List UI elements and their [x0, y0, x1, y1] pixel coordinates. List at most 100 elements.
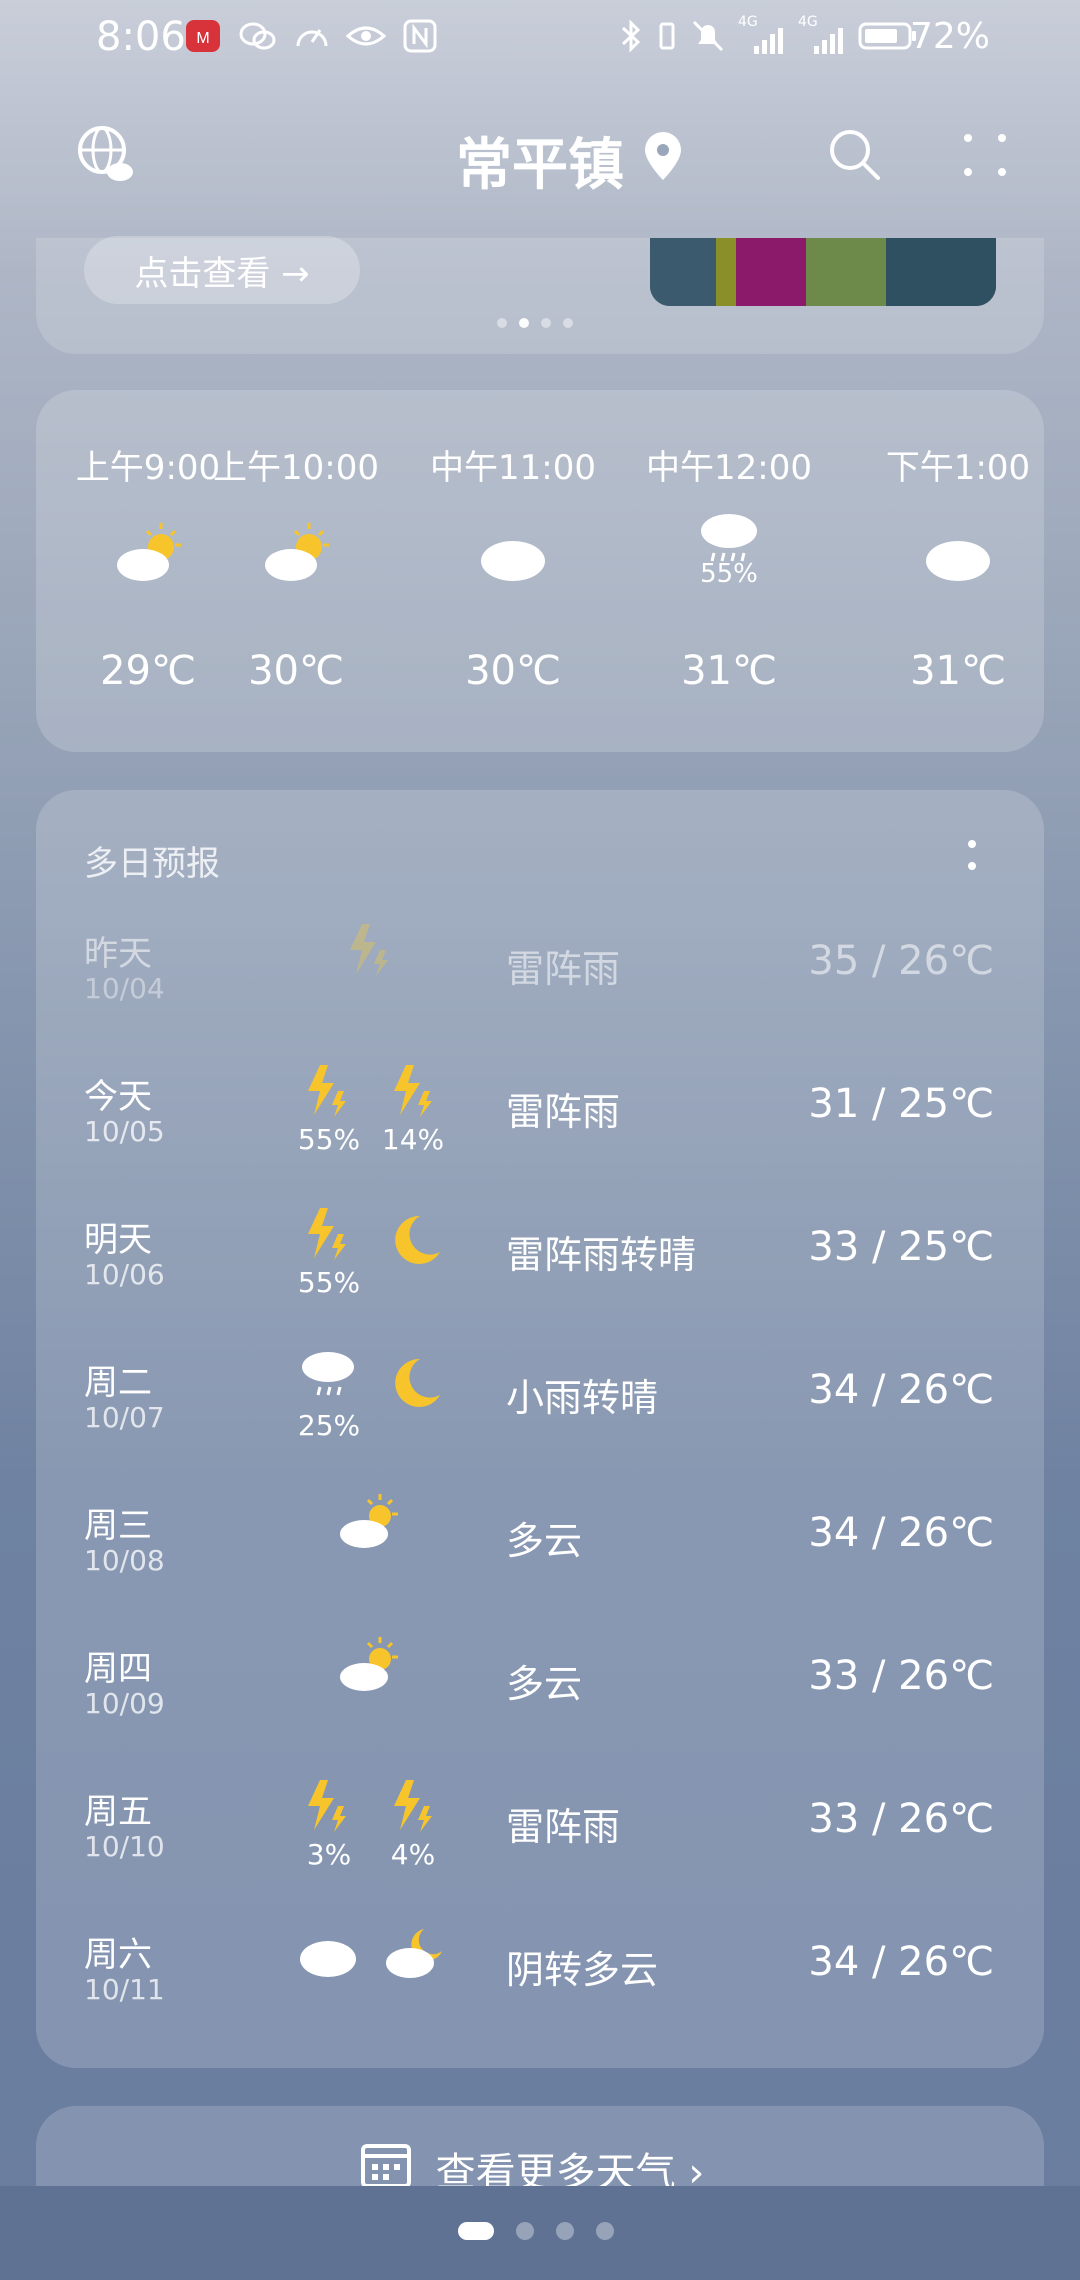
daily-row[interactable]: 周四 10/09 多云 33 / 26℃: [36, 1637, 1044, 1784]
view-button[interactable]: 点击查看 →: [84, 236, 360, 304]
row-date: 10/11: [84, 1973, 165, 2006]
more-vertical-icon[interactable]: [960, 836, 984, 876]
city-name[interactable]: 常平镇: [0, 120, 1080, 201]
row-day-precip: 55%: [297, 1266, 361, 1299]
banner-dot-active: [519, 318, 529, 328]
row-desc: 雷阵雨转晴: [506, 1233, 697, 1277]
row-date: 10/05: [84, 1115, 165, 1148]
hour-precip: 55%: [700, 559, 758, 589]
cloudy-moon-icon: [386, 1929, 442, 1978]
hour-time: 中午11:00: [430, 448, 596, 488]
row-desc: 雷阵雨: [506, 947, 621, 991]
daily-row[interactable]: 周三 10/08 多云 34 / 26℃: [36, 1494, 1044, 1641]
hour-item: 下午1:00 31℃: [858, 440, 1044, 694]
page-dot-active[interactable]: [458, 2222, 494, 2240]
banner-dot: [563, 318, 573, 328]
partly-sunny-icon: [340, 1494, 398, 1548]
row-date: 10/07: [84, 1401, 165, 1434]
rain-icon: [701, 514, 757, 562]
daily-row[interactable]: 周六 10/11 阴转多云 34 / 26℃: [36, 1927, 1044, 2070]
banner-dot: [541, 318, 551, 328]
location-pin-icon: [645, 132, 681, 180]
row-temp: 31 / 25℃: [808, 1081, 994, 1127]
row-day-precip: 55%: [297, 1123, 361, 1156]
row-day: 周五: [84, 1792, 152, 1832]
notification-icons: M: [184, 18, 440, 54]
banner-pager: [497, 318, 573, 328]
row-temp: 33 / 25℃: [808, 1224, 994, 1270]
daily-row-today[interactable]: 今天 10/05 55% 14% 雷阵雨 31 / 25℃: [36, 1065, 1044, 1212]
daily-row[interactable]: 明天 10/06 55% 雷阵雨转晴 33 / 25℃: [36, 1208, 1044, 1355]
hour-time: 下午1:00: [885, 448, 1031, 488]
thunder-icon: [308, 1208, 346, 1260]
bluetooth-icon: [621, 19, 641, 53]
eye-icon: [346, 26, 386, 46]
row-date: 10/09: [84, 1687, 165, 1720]
row-desc: 多云: [506, 1662, 583, 1706]
cloudy-icon: [481, 541, 545, 581]
more-icon[interactable]: [962, 132, 1008, 178]
daily-title: 多日预报: [84, 844, 220, 884]
cloudy-icon: [926, 541, 990, 581]
nfc-icon: [403, 19, 437, 53]
row-date: 10/08: [84, 1544, 165, 1577]
row-temp: 34 / 26℃: [808, 1367, 994, 1413]
row-day: 明天: [84, 1220, 152, 1260]
row-date: 10/06: [84, 1258, 165, 1291]
moon-icon: [395, 1358, 440, 1407]
page-dot[interactable]: [556, 2222, 574, 2240]
row-desc: 小雨转晴: [506, 1376, 659, 1420]
row-date: 10/04: [84, 972, 165, 1005]
page-dot[interactable]: [516, 2222, 534, 2240]
row-night-precip: 4%: [390, 1838, 436, 1871]
hourly-scroller[interactable]: 上午9:00 29℃ 上午10:00 30℃ 中午11:00 30℃ 中午12:…: [36, 390, 1044, 752]
row-day: 昨天: [84, 934, 152, 974]
row-night-precip: 14%: [381, 1123, 445, 1156]
hour-item: 中午12:00 55% 31℃: [629, 440, 829, 694]
weather-map-thumbnail[interactable]: [650, 238, 996, 306]
banner-dot: [497, 318, 507, 328]
status-time: 8:06: [96, 14, 186, 60]
row-desc: 雷阵雨: [506, 1805, 621, 1849]
speed-gauge-icon: [296, 29, 328, 47]
thunder-icon: [350, 924, 388, 976]
partly-sunny-icon: [340, 1637, 398, 1691]
row-day: 周六: [84, 1935, 152, 1975]
rain-icon: [302, 1352, 354, 1396]
row-day: 周二: [84, 1363, 152, 1403]
daily-row-yesterday[interactable]: 昨天 10/04 雷阵雨 35 / 26℃: [36, 924, 1044, 1069]
moon-icon: [395, 1215, 440, 1264]
row-temp: 33 / 26℃: [808, 1653, 994, 1699]
signal-1-icon: 4G: [738, 14, 786, 54]
page-dot[interactable]: [596, 2222, 614, 2240]
search-icon[interactable]: [826, 126, 882, 182]
svg-text:M: M: [196, 30, 209, 47]
hour-temp: 31℃: [910, 648, 1006, 694]
hour-time: 中午12:00: [646, 448, 812, 488]
thunder-icon: [394, 1780, 432, 1832]
row-temp: 35 / 26℃: [808, 938, 994, 984]
app-notification-icon: M: [186, 20, 220, 52]
row-desc: 多云: [506, 1519, 583, 1563]
hour-item: 中午11:00 30℃: [413, 440, 613, 694]
system-icons: 4G 4G: [618, 14, 918, 54]
thunder-icon: [308, 1780, 346, 1832]
thunder-icon: [394, 1065, 432, 1117]
map-image: [650, 238, 996, 306]
daily-row[interactable]: 周二 10/07 25% 小雨转晴 34 / 26℃: [36, 1352, 1044, 1498]
partly-sunny-icon: [265, 523, 329, 581]
page-indicator[interactable]: [458, 2222, 614, 2240]
row-temp: 33 / 26℃: [808, 1796, 994, 1842]
row-temp: 34 / 26℃: [808, 1939, 994, 1985]
hour-temp: 31℃: [681, 648, 777, 694]
daily-row[interactable]: 周五 10/10 3% 4% 雷阵雨 33 / 26℃: [36, 1780, 1044, 1927]
row-day: 周三: [84, 1506, 152, 1546]
row-desc: 阴转多云: [506, 1948, 659, 1992]
mute-bell-icon: [692, 20, 724, 52]
vibrate-icon: [659, 22, 675, 50]
partly-sunny-icon: [117, 523, 181, 581]
battery-percent: 72%: [909, 16, 990, 57]
hour-temp: 30℃: [248, 648, 344, 694]
thunder-icon: [308, 1065, 346, 1117]
wechat-icon: [239, 22, 276, 50]
